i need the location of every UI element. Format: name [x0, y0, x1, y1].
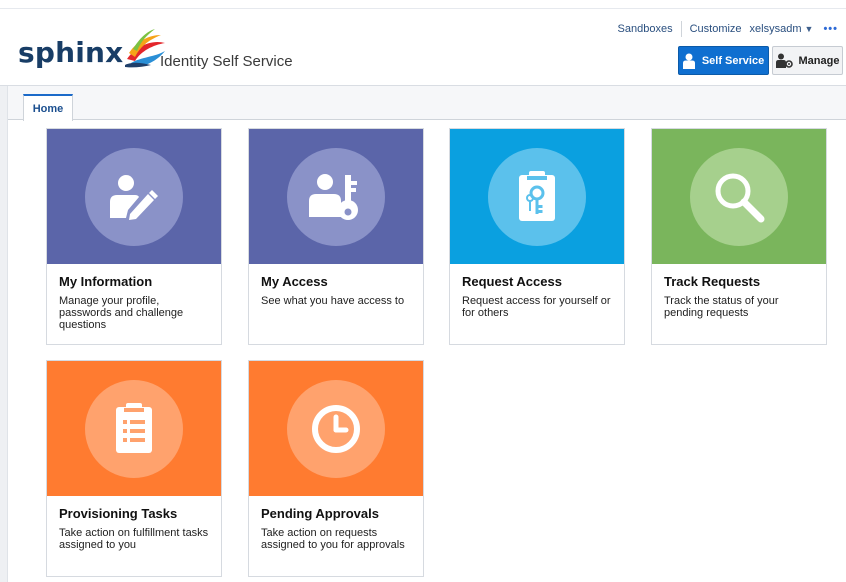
track-requests-tile[interactable]: Track Requests Track the status of your … — [651, 128, 827, 345]
customize-link[interactable]: Customize — [690, 23, 742, 35]
tile-banner — [47, 129, 221, 264]
tile-banner — [450, 129, 624, 264]
manage-button[interactable]: Manage — [772, 46, 843, 75]
link-separator — [680, 21, 682, 37]
more-options-icon[interactable]: ••• — [823, 23, 838, 35]
my-access-tile[interactable]: My Access See what you have access to — [248, 128, 424, 345]
tab-home[interactable]: Home — [23, 94, 73, 121]
username: xelsysadm — [749, 23, 802, 35]
user-menu[interactable]: xelsysadm ▼ — [750, 23, 814, 35]
tile-banner — [249, 129, 423, 264]
tile-description: Manage your profile, passwords and chall… — [59, 295, 184, 331]
tile-title: Request Access — [462, 274, 562, 289]
provisioning-tasks-tile[interactable]: Provisioning Tasks Take action on fulfil… — [46, 360, 222, 577]
user-edit-icon — [85, 147, 183, 246]
clipboard-key-icon — [488, 147, 586, 246]
clock-icon — [287, 379, 385, 478]
self-service-label: Self Service — [701, 54, 765, 67]
left-gutter — [0, 86, 8, 582]
tile-banner — [652, 129, 826, 264]
manage-label: Manage — [798, 54, 840, 67]
pending-approvals-tile[interactable]: Pending Approvals Take action on request… — [248, 360, 424, 577]
app-header: Sandboxes Customize xelsysadm ▼ ••• sphi… — [0, 0, 846, 86]
tile-description: Take action on fulfillment tasks assigne… — [59, 527, 209, 551]
my-information-tile[interactable]: My Information Manage your profile, pass… — [46, 128, 222, 345]
request-access-tile[interactable]: Request Access Request access for yourse… — [449, 128, 625, 345]
chevron-down-icon: ▼ — [804, 24, 814, 34]
tile-title: Pending Approvals — [261, 506, 379, 521]
global-links: Sandboxes Customize xelsysadm ▼ ••• — [618, 20, 838, 38]
tile-description: Track the status of your pending request… — [664, 295, 779, 319]
app-title: Identity Self Service — [160, 53, 293, 70]
tile-banner — [47, 361, 221, 496]
user-key-icon — [287, 147, 385, 246]
tile-description: Request access for yourself or for other… — [462, 295, 611, 319]
tab-bar: Home — [8, 86, 846, 121]
tile-title: Provisioning Tasks — [59, 506, 178, 521]
header-divider — [0, 8, 846, 9]
tile-description: Take action on requests assigned to you … — [261, 527, 405, 551]
task-list-icon — [85, 379, 183, 478]
magnifier-icon — [690, 147, 788, 246]
sandboxes-link[interactable]: Sandboxes — [618, 23, 673, 35]
tile-title: Track Requests — [664, 274, 761, 289]
tile-title: My Information — [59, 274, 153, 289]
brand-wordmark: sphinx — [18, 36, 124, 69]
tile-banner — [249, 361, 423, 496]
self-service-button[interactable]: Self Service — [678, 46, 769, 75]
person-icon — [682, 53, 695, 69]
sphinx-logo: sphinx — [18, 28, 169, 69]
tile-description: See what you have access to — [261, 295, 405, 307]
tile-title: My Access — [261, 274, 328, 289]
person-gear-icon — [775, 53, 793, 68]
